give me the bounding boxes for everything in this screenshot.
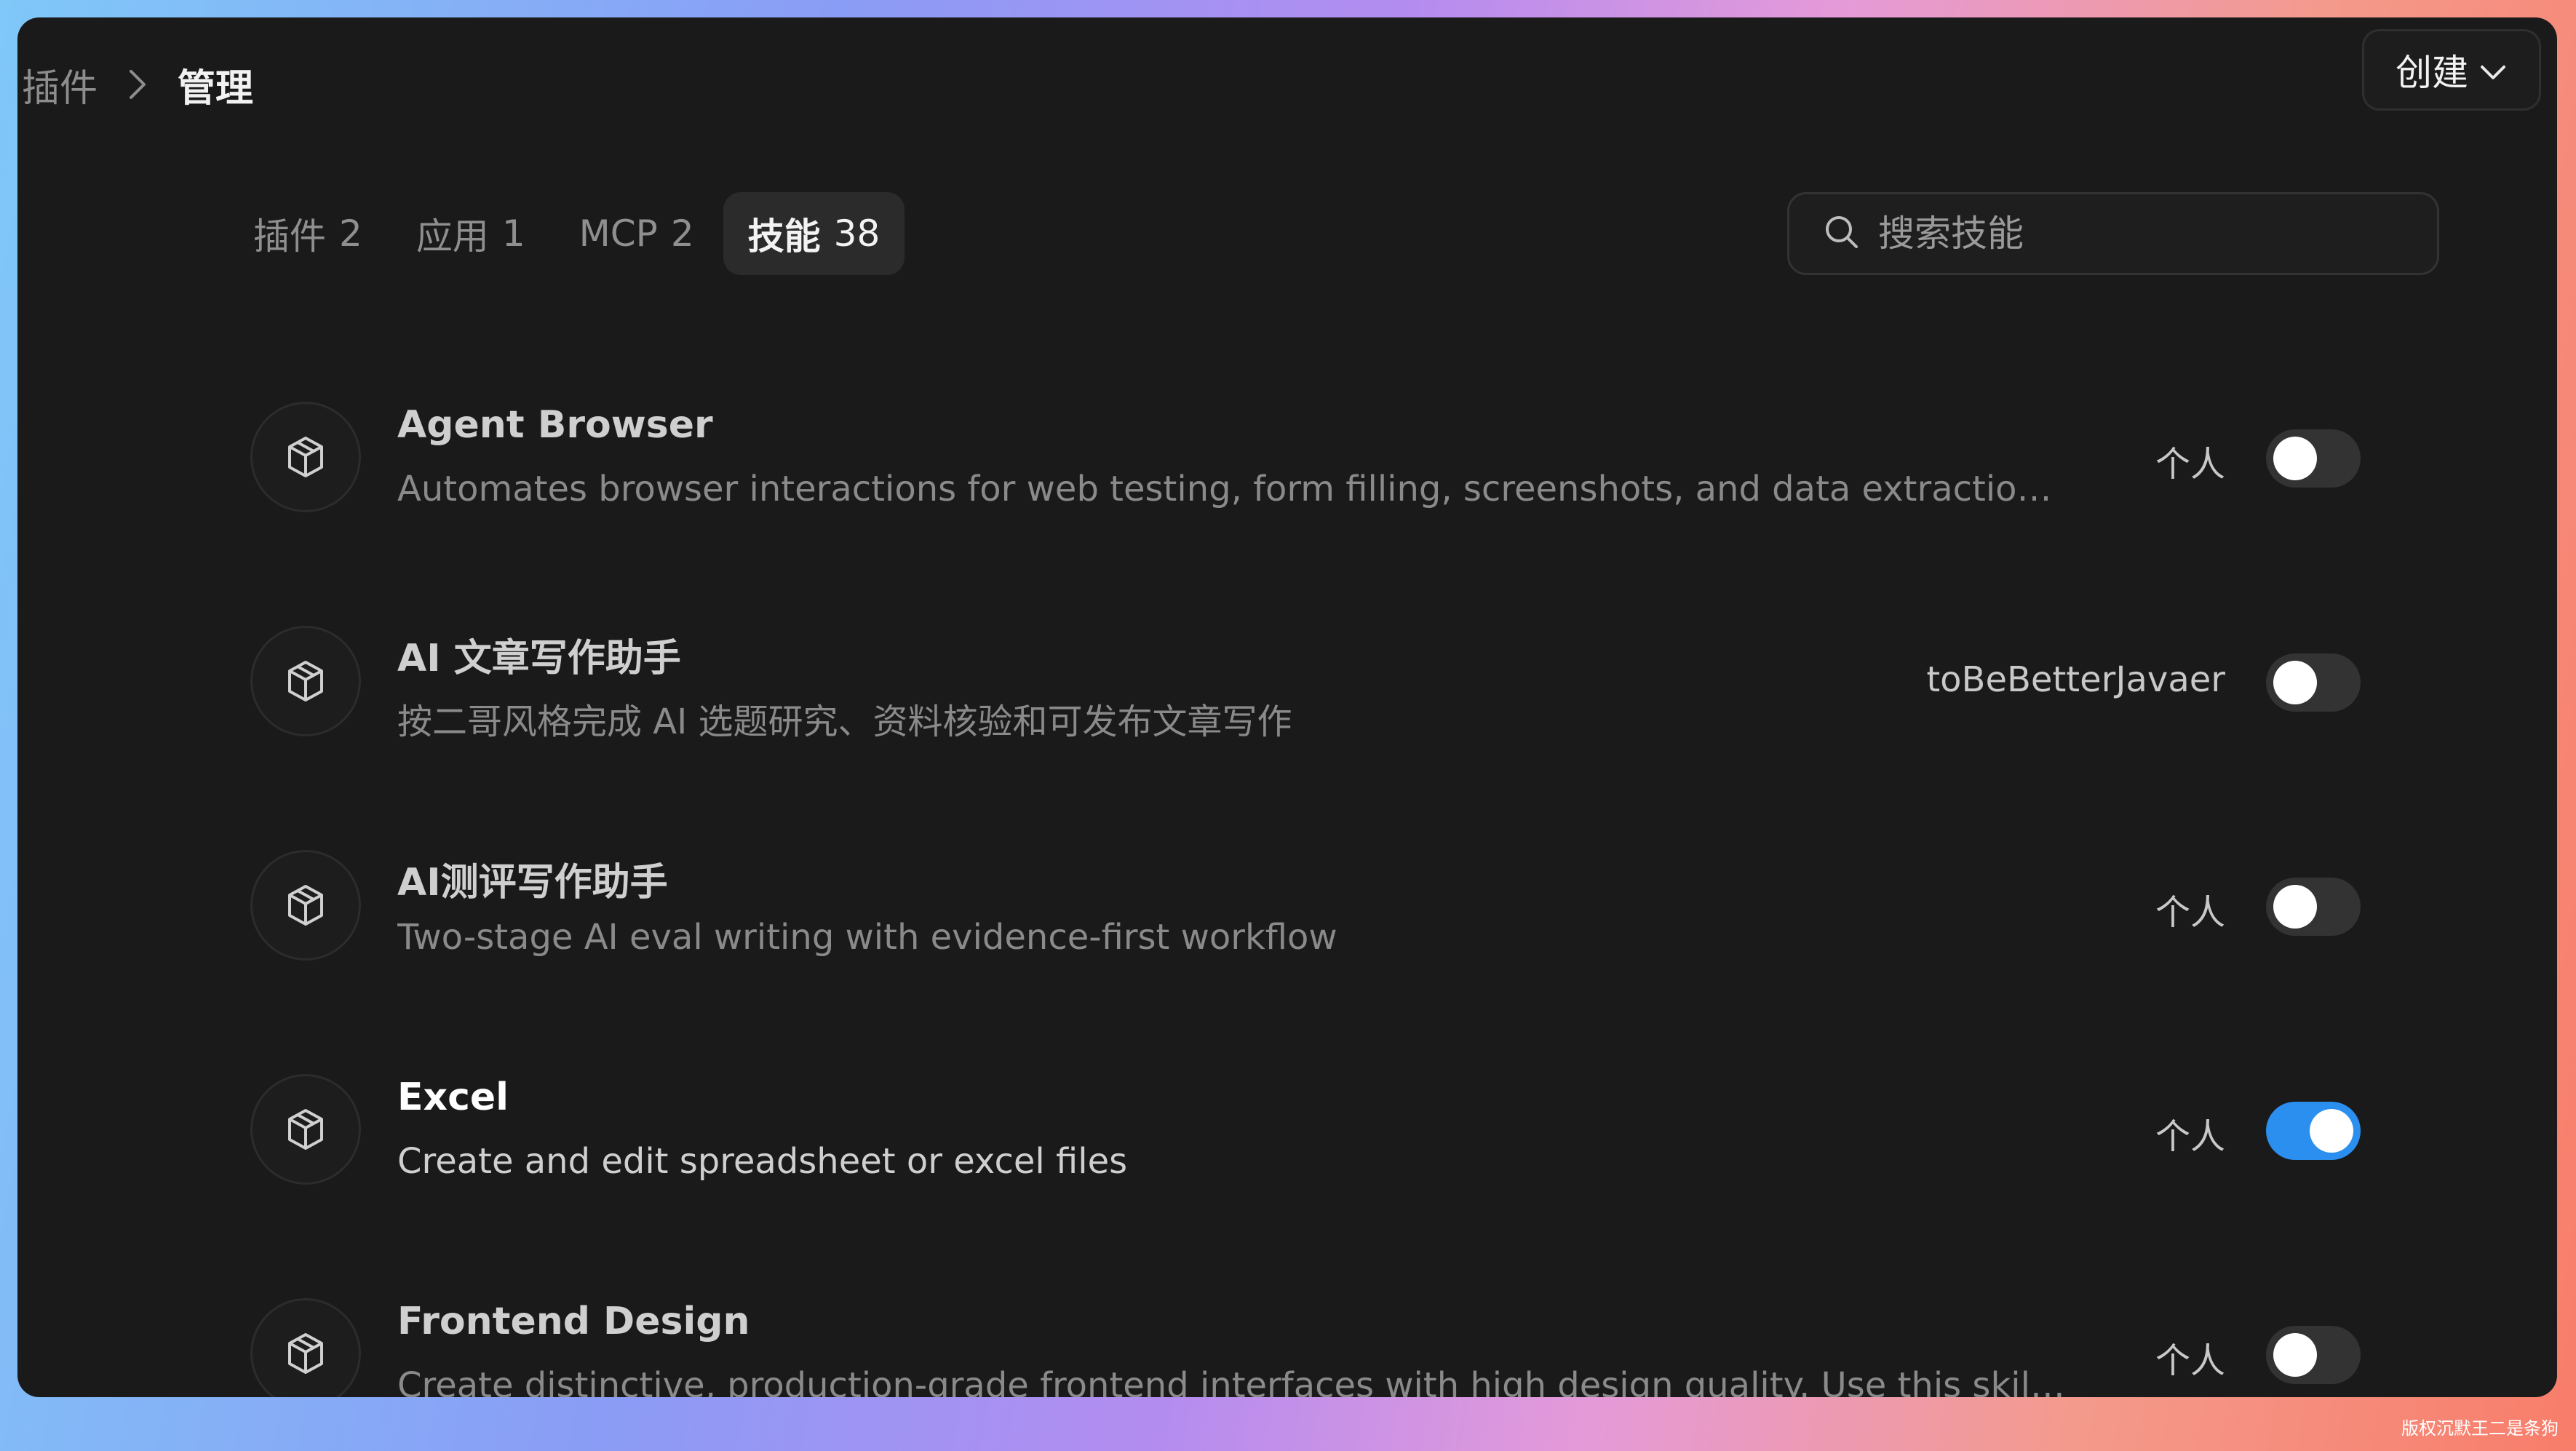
list-item-ai-article-writer[interactable]: AI 文章写作助手 按二哥风格完成 AI 选题研究、资料核验和可发布文章写作 t… — [230, 620, 2442, 748]
list-item-excel[interactable]: Excel Create and edit spreadsheet or exc… — [230, 1068, 2442, 1196]
skill-description: Create and edit spreadsheet or excel fil… — [397, 1141, 1128, 1182]
skill-toggle[interactable] — [2266, 1102, 2361, 1160]
skill-description: Two-stage AI eval writing with evidence-… — [397, 917, 1337, 958]
skill-scope: 个人 — [2155, 892, 2225, 933]
skill-name: Excel — [397, 1076, 509, 1119]
skill-scope: 个人 — [2155, 444, 2225, 485]
skill-name: AI测评写作助手 — [397, 861, 668, 905]
skill-toggle[interactable] — [2266, 878, 2361, 936]
skill-name: Frontend Design — [397, 1300, 750, 1343]
skill-scope: 个人 — [2155, 1116, 2225, 1157]
skill-scope: toBeBetterJavaer — [1926, 659, 2225, 700]
toggle-knob — [2273, 1333, 2317, 1377]
toggle-knob — [2273, 437, 2317, 480]
skill-description: Automates browser interactions for web t… — [397, 469, 2071, 509]
cube-icon — [250, 626, 361, 736]
cube-icon — [250, 402, 361, 512]
cube-icon — [250, 1298, 361, 1397]
skill-description: 按二哥风格完成 AI 选题研究、资料核验和可发布文章写作 — [397, 701, 1292, 742]
skill-list: Agent Browser Automates browser interact… — [17, 17, 2557, 1397]
cube-icon — [250, 850, 361, 961]
cube-icon — [250, 1074, 361, 1185]
list-item-ai-eval-writer[interactable]: AI测评写作助手 Two-stage AI eval writing with … — [230, 844, 2442, 972]
skill-description: Create distinctive, production-grade fro… — [397, 1365, 2071, 1397]
watermark: 版权沉默王二是条狗 — [2401, 1418, 2559, 1439]
skill-scope: 个人 — [2155, 1340, 2225, 1381]
app-window: 插件 管理 创建 插件 2 应用 1 MCP 2 技能 38 搜索技能 Agen… — [17, 17, 2557, 1397]
skill-name: AI 文章写作助手 — [397, 637, 681, 680]
toggle-knob — [2273, 661, 2317, 704]
toggle-knob — [2310, 1109, 2353, 1153]
skill-name: Agent Browser — [397, 403, 713, 447]
toggle-knob — [2273, 885, 2317, 929]
skill-toggle[interactable] — [2266, 653, 2361, 712]
skill-toggle[interactable] — [2266, 429, 2361, 488]
list-item-frontend-design[interactable]: Frontend Design Create distinctive, prod… — [230, 1292, 2442, 1397]
skill-toggle[interactable] — [2266, 1326, 2361, 1384]
list-item-agent-browser[interactable]: Agent Browser Automates browser interact… — [230, 396, 2442, 524]
